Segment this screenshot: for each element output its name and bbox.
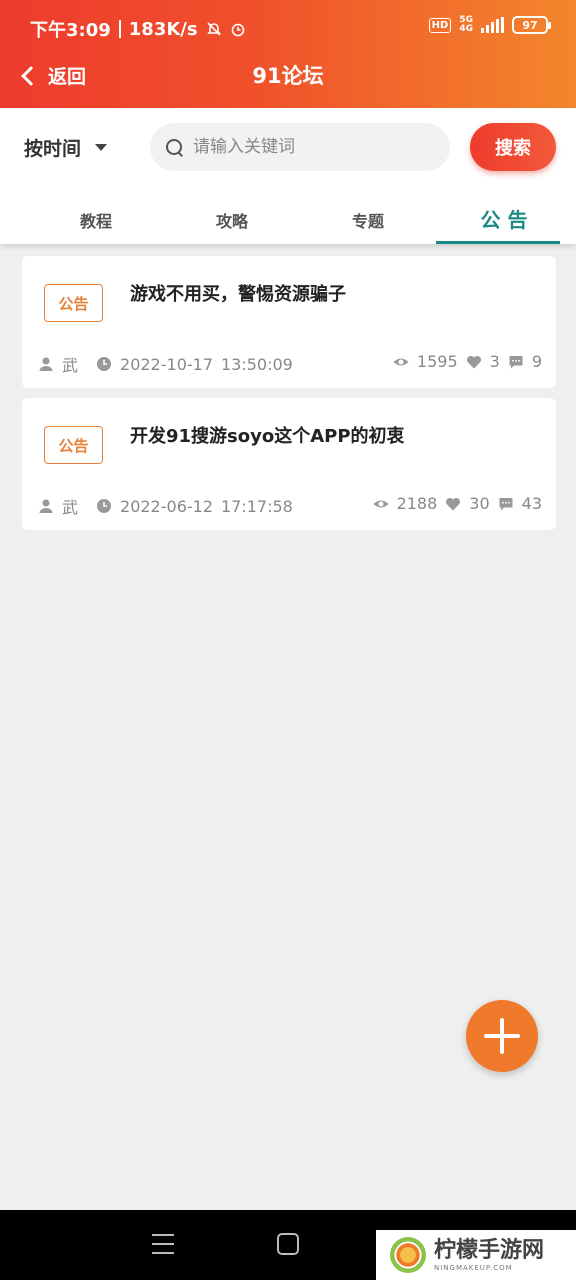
category-tabs: 教程 攻略 专题 公 告 xyxy=(28,192,572,244)
date-group: 2022-06-12 17:17:58 xyxy=(96,497,293,516)
watermark-text: 柠檬手游网 NINGMAKEUP.COM xyxy=(434,1238,544,1272)
eye-icon xyxy=(393,358,409,365)
post-card[interactable]: 公告 开发91搜游soyo这个APP的初衷 武 2022-06-12 17:17… xyxy=(22,398,556,530)
battery-level: 97 xyxy=(522,18,538,32)
clock-icon xyxy=(97,357,112,371)
sort-dropdown[interactable]: 按时间 xyxy=(24,134,108,161)
post-meta: 武 2022-06-12 17:17:58 xyxy=(38,494,311,518)
announcement-badge: 公告 xyxy=(44,284,103,322)
tab-topic[interactable]: 专题 xyxy=(300,192,436,244)
lemon-logo-icon xyxy=(390,1237,426,1273)
mute-bell-icon xyxy=(206,22,221,36)
author-group: 武 xyxy=(38,494,78,518)
post-time: 13:50:09 xyxy=(221,354,293,374)
post-list: 公告 游戏不用买，警惕资源骗子 武 2022-10-17 13:50:09 15… xyxy=(22,256,556,540)
filter-panel: 按时间 搜索 教程 攻略 专题 公 告 xyxy=(0,108,576,244)
status-right: HD 5G 4G 97 xyxy=(428,16,551,34)
user-icon xyxy=(39,499,53,513)
comment-count: 9 xyxy=(531,352,542,371)
comment-icon xyxy=(499,497,513,510)
nav-bar: 返回 91论坛 xyxy=(0,56,576,96)
watermark-sub: NINGMAKEUP.COM xyxy=(434,1264,513,1272)
like-count: 3 xyxy=(489,352,500,371)
post-time: 17:17:58 xyxy=(221,496,293,516)
post-date: 2022-10-17 xyxy=(120,354,213,374)
post-card[interactable]: 公告 游戏不用买，警惕资源骗子 武 2022-10-17 13:50:09 15… xyxy=(22,256,556,388)
app-header: 下午3:09 183K/s HD 5G 4G 97 返回 91论坛 xyxy=(0,0,576,108)
hd-badge: HD xyxy=(428,17,452,33)
search-input[interactable] xyxy=(193,137,433,157)
alarm-icon xyxy=(231,23,244,37)
network-4g: 4G xyxy=(459,24,473,34)
add-post-button[interactable] xyxy=(466,1000,538,1072)
post-author: 武 xyxy=(62,498,79,517)
view-count: 1595 xyxy=(416,352,458,371)
tab-announcement[interactable]: 公 告 xyxy=(436,192,572,244)
screen: 下午3:09 183K/s HD 5G 4G 97 返回 91论坛 按时间 请输… xyxy=(0,0,576,1280)
status-separator xyxy=(118,20,121,38)
comment-count: 43 xyxy=(521,494,542,513)
page-title: 91论坛 xyxy=(252,64,324,88)
post-date: 2022-06-12 xyxy=(120,496,213,516)
announcement-badge: 公告 xyxy=(44,426,103,464)
sort-label: 按时间 xyxy=(24,138,82,160)
search-icon xyxy=(166,138,183,156)
status-time: 下午3:09 xyxy=(30,20,111,41)
user-icon xyxy=(39,357,53,371)
post-title: 开发91搜游soyo这个APP的初衷 xyxy=(130,426,405,447)
home-icon[interactable] xyxy=(277,1233,299,1255)
search-box[interactable] xyxy=(150,123,450,171)
network-type: 5G 4G xyxy=(459,16,473,34)
caret-down-icon xyxy=(95,144,108,151)
heart-icon xyxy=(466,355,481,368)
status-net-speed: 183K/s xyxy=(128,18,198,40)
post-meta: 武 2022-10-17 13:50:09 xyxy=(38,352,311,376)
watermark: 柠檬手游网 NINGMAKEUP.COM xyxy=(376,1230,576,1280)
like-count: 30 xyxy=(469,494,490,513)
tab-tutorial[interactable]: 教程 xyxy=(28,192,164,244)
author-group: 武 xyxy=(38,352,78,376)
status-left: 下午3:09 183K/s xyxy=(30,16,246,42)
comment-icon xyxy=(509,355,523,368)
date-group: 2022-10-17 13:50:09 xyxy=(96,355,293,374)
post-stats: 1595 3 9 xyxy=(393,352,542,371)
view-count: 2188 xyxy=(396,494,438,513)
tab-guide[interactable]: 攻略 xyxy=(164,192,300,244)
clock-icon xyxy=(97,499,112,513)
post-author: 武 xyxy=(62,356,79,375)
battery-icon: 97 xyxy=(512,16,551,34)
watermark-main: 柠檬手游网 xyxy=(434,1238,545,1263)
signal-icon xyxy=(481,17,504,33)
post-title: 游戏不用买，警惕资源骗子 xyxy=(130,284,346,305)
status-bar: 下午3:09 183K/s HD 5G 4G 97 xyxy=(0,0,576,56)
search-button[interactable]: 搜索 xyxy=(470,123,556,171)
heart-icon xyxy=(446,497,461,510)
post-stats: 2188 30 43 xyxy=(373,494,542,513)
eye-icon xyxy=(373,500,389,507)
menu-icon[interactable] xyxy=(152,1234,174,1254)
